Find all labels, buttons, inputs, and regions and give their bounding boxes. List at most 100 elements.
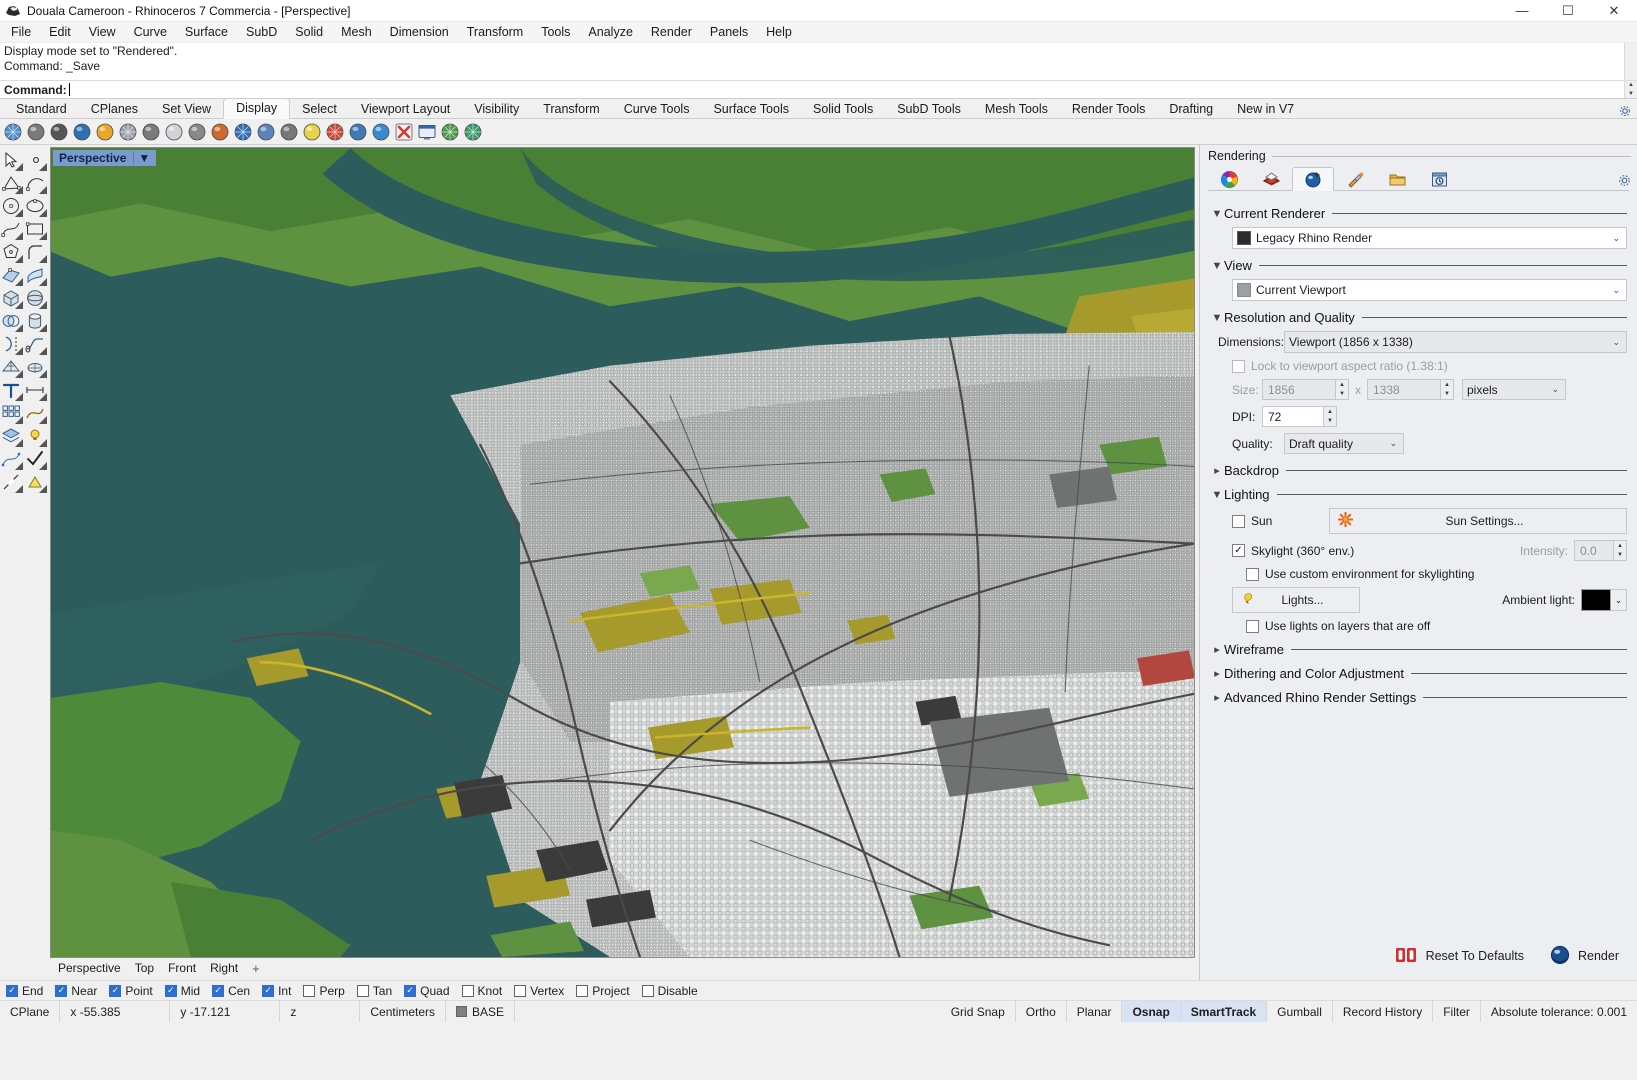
menu-surface[interactable]: Surface	[176, 23, 237, 41]
menu-render[interactable]: Render	[642, 23, 701, 41]
tool-revolve-icon[interactable]	[0, 333, 24, 356]
tab-environments[interactable]	[1250, 167, 1292, 191]
display-tool-mat-icon[interactable]	[348, 122, 368, 142]
tool-boolean-icon[interactable]	[0, 310, 24, 333]
osnap-end[interactable]: ✓ End	[6, 984, 43, 998]
panel-settings-gear-icon[interactable]	[1618, 174, 1631, 187]
tab-ground-plane[interactable]	[1334, 167, 1376, 191]
viewport-title[interactable]: Perspective ▼	[53, 150, 157, 166]
tool-surface-corner-icon[interactable]	[0, 264, 24, 287]
display-tool-sun-icon[interactable]	[302, 122, 322, 142]
menu-view[interactable]: View	[80, 23, 125, 41]
tool-light-icon[interactable]	[24, 425, 48, 448]
layer-indicator[interactable]: BASE	[446, 1001, 516, 1022]
display-tool-pen-icon[interactable]	[141, 122, 161, 142]
viewport-menu-arrow-icon[interactable]: ▼	[133, 151, 154, 165]
tool-mesh-tools-icon[interactable]	[0, 356, 24, 379]
command-line[interactable]: Command: ▲ ▼	[0, 81, 1637, 99]
display-tool-shadow-icon[interactable]	[279, 122, 299, 142]
toolbar-tab-standard[interactable]: Standard	[4, 100, 79, 119]
display-tool-arctic-icon[interactable]	[164, 122, 184, 142]
toolbar-tab-set-view[interactable]: Set View	[150, 100, 223, 119]
minimize-button[interactable]: —	[1499, 0, 1545, 22]
menu-curve[interactable]: Curve	[125, 23, 176, 41]
section-lighting[interactable]: ▼ Lighting	[1210, 487, 1627, 502]
toolbar-tab-new-in-v7[interactable]: New in V7	[1225, 100, 1306, 119]
tool-rectangle-icon[interactable]	[24, 218, 48, 241]
status-toggle-ortho[interactable]: Ortho	[1016, 1001, 1067, 1022]
menu-help[interactable]: Help	[757, 23, 801, 41]
tool-circle-icon[interactable]	[0, 195, 24, 218]
display-tool-env-icon[interactable]	[371, 122, 391, 142]
reset-to-defaults-button[interactable]: Reset To Defaults	[1388, 943, 1532, 970]
display-tool-ghost-icon[interactable]	[49, 122, 69, 142]
units-indicator[interactable]: Centimeters	[360, 1001, 447, 1022]
size-width-input[interactable]: 1856	[1262, 379, 1336, 400]
render-button[interactable]: Render	[1542, 941, 1627, 972]
toolbar-tab-visibility[interactable]: Visibility	[462, 100, 531, 119]
section-current-renderer[interactable]: ▼ Current Renderer	[1210, 206, 1627, 221]
osnap-perp-checkbox[interactable]	[303, 984, 316, 997]
display-tool-color-icon[interactable]	[325, 122, 345, 142]
size-height-stepper[interactable]: ▲ ▼	[1441, 379, 1454, 400]
viewport-tab-perspective[interactable]: Perspective	[58, 961, 121, 975]
osnap-disable[interactable]: Disable	[641, 984, 698, 998]
ambient-light-chevron-down-icon[interactable]: ⌄	[1611, 589, 1627, 611]
intensity-input[interactable]: 0.0	[1574, 540, 1614, 561]
tool-select-arrow-icon[interactable]	[0, 149, 24, 172]
section-dithering[interactable]: ▸ Dithering and Color Adjustment	[1210, 666, 1627, 681]
osnap-end-checkbox[interactable]: ✓	[6, 984, 18, 997]
custom-environment-checkbox[interactable]	[1246, 567, 1259, 581]
size-height-input[interactable]: 1338	[1367, 379, 1441, 400]
osnap-tan[interactable]: Tan	[356, 984, 392, 998]
toolbar-tab-drafting[interactable]: Drafting	[1157, 100, 1225, 119]
menu-transform[interactable]: Transform	[458, 23, 533, 41]
osnap-tan-checkbox[interactable]	[356, 984, 369, 997]
osnap-knot-checkbox[interactable]	[461, 984, 474, 997]
status-toggle-smarttrack[interactable]: SmartTrack	[1180, 1001, 1268, 1022]
tool-layers-icon[interactable]	[0, 425, 24, 448]
toolbar-tab-select[interactable]: Select	[290, 100, 349, 119]
tool-array-icon[interactable]	[0, 402, 24, 425]
osnap-int-checkbox[interactable]: ✓	[262, 984, 275, 997]
tool-ellipse-icon[interactable]	[24, 195, 48, 218]
menu-tools[interactable]: Tools	[532, 23, 579, 41]
osnap-cen-checkbox[interactable]: ✓	[212, 984, 225, 997]
osnap-vertex-checkbox[interactable]	[514, 984, 527, 997]
display-tool-obj-icon[interactable]	[440, 122, 460, 142]
tool-sphere-icon[interactable]	[24, 287, 48, 310]
menu-edit[interactable]: Edit	[40, 23, 80, 41]
lights-on-off-layers-checkbox[interactable]	[1246, 619, 1259, 633]
menu-mesh[interactable]: Mesh	[332, 23, 381, 41]
toolbar-tab-curve-tools[interactable]: Curve Tools	[612, 100, 702, 119]
sun-checkbox[interactable]	[1232, 514, 1245, 528]
section-wireframe[interactable]: ▸ Wireframe	[1210, 642, 1627, 657]
menu-file[interactable]: File	[2, 23, 40, 41]
lights-button[interactable]: Lights...	[1232, 587, 1360, 613]
tool-curve-icon[interactable]	[0, 218, 24, 241]
osnap-knot[interactable]: Knot	[461, 984, 502, 998]
tool-arc-icon[interactable]	[24, 172, 48, 195]
status-toggle-grid-snap[interactable]: Grid Snap	[941, 1001, 1016, 1022]
toolbar-tab-render-tools[interactable]: Render Tools	[1060, 100, 1157, 119]
display-tool-mono-icon[interactable]	[187, 122, 207, 142]
command-history-scrollbar[interactable]	[1624, 43, 1637, 80]
status-toggle-planar[interactable]: Planar	[1067, 1001, 1123, 1022]
display-tool-xray-icon[interactable]	[72, 122, 92, 142]
toolbar-tab-surface-tools[interactable]: Surface Tools	[701, 100, 801, 119]
tab-libraries[interactable]	[1376, 167, 1418, 191]
display-tool-flat-icon[interactable]	[210, 122, 230, 142]
quality-dropdown[interactable]: Draft quality ⌄	[1284, 433, 1404, 454]
tool-curve-edit-icon[interactable]	[0, 448, 24, 471]
current-renderer-dropdown[interactable]: Legacy Rhino Render ⌄	[1232, 227, 1627, 249]
tool-point-icon[interactable]	[24, 149, 48, 172]
tool-analyze-icon[interactable]	[24, 471, 48, 494]
tool-flow-icon[interactable]	[24, 402, 48, 425]
section-view[interactable]: ▼ View	[1210, 258, 1627, 273]
display-tool-wire-icon[interactable]	[3, 122, 23, 142]
status-toggle-gumball[interactable]: Gumball	[1267, 1001, 1333, 1022]
tool-subd-icon[interactable]	[24, 356, 48, 379]
osnap-mid-checkbox[interactable]: ✓	[164, 984, 177, 997]
cplane-indicator[interactable]: CPlane	[0, 1001, 61, 1022]
osnap-quad-checkbox[interactable]: ✓	[404, 984, 417, 997]
